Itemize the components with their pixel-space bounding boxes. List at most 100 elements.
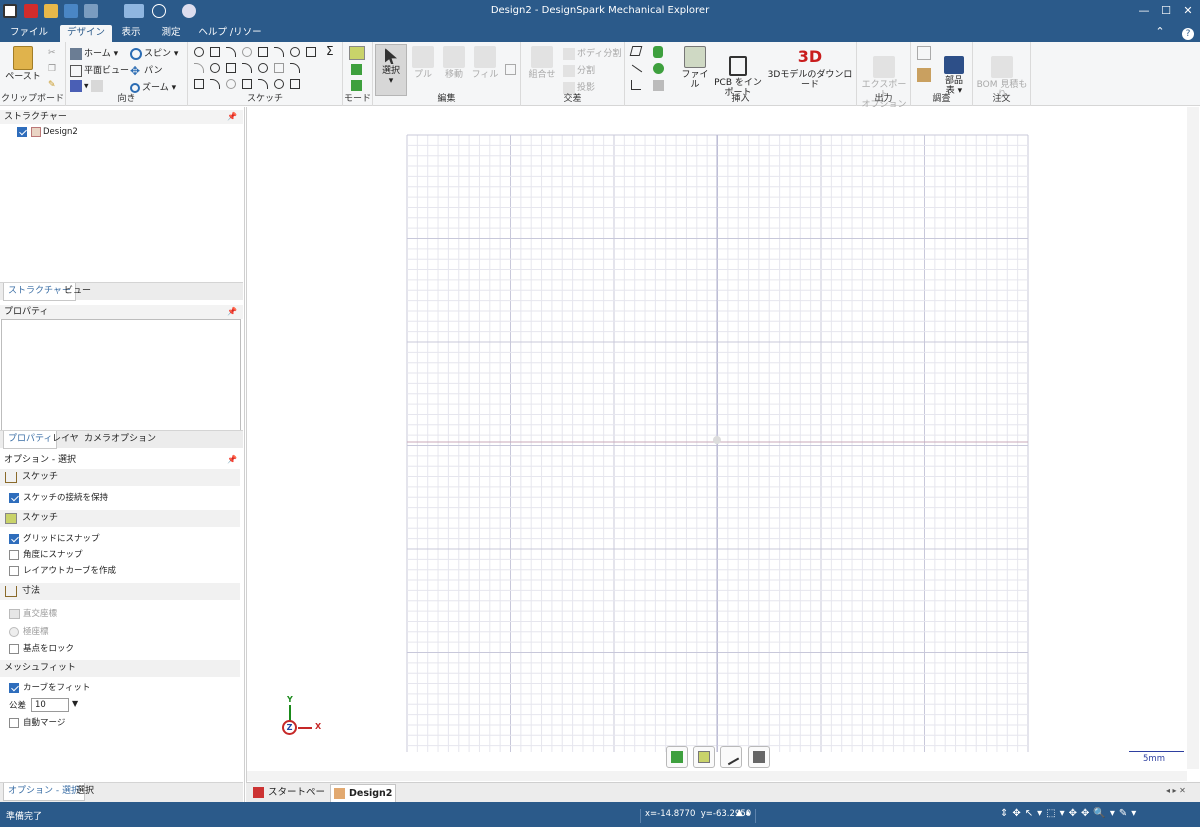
- options-header: オプション - 選択 📌: [0, 453, 243, 467]
- minimize-button[interactable]: —: [1134, 3, 1154, 19]
- copy-icon[interactable]: ❐: [48, 64, 56, 74]
- auto-merge-checkbox[interactable]: [9, 718, 19, 728]
- split-body-button[interactable]: ボディ分割: [563, 46, 621, 60]
- point-tool-icon[interactable]: [306, 47, 316, 57]
- fit-curve-checkbox[interactable]: [9, 683, 19, 693]
- keep-sketch-connected-checkbox[interactable]: [9, 493, 19, 503]
- maximize-button[interactable]: ☐: [1156, 3, 1176, 19]
- axis-icon[interactable]: [631, 64, 643, 73]
- ellipse-tool-icon[interactable]: [210, 79, 220, 89]
- tab-structure-view[interactable]: ビュー: [60, 283, 95, 301]
- close-button[interactable]: ✕: [1178, 3, 1198, 19]
- split-curve-tool-icon[interactable]: [290, 79, 300, 89]
- ribbon: ペースト ✂ ❐ ✎ クリップボード ホーム ▾ 平面ビュー ▾ スピン ▾ ✥…: [0, 42, 1200, 120]
- tolerance-dropdown-icon[interactable]: ▼: [72, 699, 78, 708]
- format-painter-icon[interactable]: ✎: [48, 80, 56, 90]
- snap-to-grid-checkbox[interactable]: [9, 534, 19, 544]
- sketch-mode-icon[interactable]: [349, 46, 365, 60]
- bom-button[interactable]: 部品 表 ▾: [939, 46, 969, 96]
- split-body-icon: [563, 47, 575, 60]
- tab-start-page[interactable]: スタートページ: [250, 784, 330, 815]
- offset-tool-icon[interactable]: [194, 63, 204, 73]
- tab-select[interactable]: 選択: [72, 783, 98, 801]
- layout-curve-checkbox[interactable]: [9, 566, 19, 576]
- arc-3pt-tool-icon[interactable]: [242, 63, 252, 73]
- tab-design2[interactable]: Design2 ✕: [330, 784, 396, 815]
- spline-tool-icon[interactable]: [258, 47, 268, 57]
- ribbon-collapse-icon[interactable]: ⌃: [1150, 24, 1170, 40]
- combine-button[interactable]: 組合せ: [525, 46, 559, 80]
- float-dimension-button[interactable]: [748, 746, 770, 768]
- tab-nav-icons[interactable]: ◂ ▸ ✕: [1166, 786, 1186, 795]
- polygon-tool-icon[interactable]: [210, 63, 220, 73]
- help-icon[interactable]: ?: [1182, 28, 1194, 40]
- design-canvas[interactable]: Y Z X 5mm: [246, 107, 1200, 782]
- select-button[interactable]: 選択 ▾: [375, 44, 407, 96]
- options-section-sketch-2: スケッチ: [0, 510, 240, 527]
- circle-tool-icon[interactable]: [226, 47, 236, 57]
- paste-button[interactable]: ペースト: [4, 46, 42, 82]
- bend-tool-icon[interactable]: [274, 79, 284, 89]
- move-button[interactable]: 移動: [439, 46, 469, 80]
- spin-button[interactable]: スピン ▾: [130, 46, 178, 60]
- snap-to-angle-checkbox[interactable]: [9, 550, 19, 560]
- point-alt-tool-icon[interactable]: [258, 79, 268, 89]
- horizontal-scrollbar[interactable]: [247, 771, 1187, 781]
- float-sketch-mode-button[interactable]: [693, 746, 715, 768]
- pull-button[interactable]: プル: [409, 46, 437, 80]
- tab-view[interactable]: 表示: [114, 25, 148, 42]
- trim-tool-icon[interactable]: [290, 47, 300, 57]
- circle-tangent-tool-icon[interactable]: [226, 79, 236, 89]
- extend-tool-icon[interactable]: [274, 63, 284, 73]
- float-pencil-button[interactable]: [720, 746, 742, 768]
- tangent-arc-tool-icon[interactable]: [258, 63, 268, 73]
- properties-icon[interactable]: [917, 68, 931, 82]
- swept-arc-tool-icon[interactable]: [242, 79, 252, 89]
- construction-tool-icon[interactable]: [194, 79, 204, 89]
- fillet-tool-icon[interactable]: [274, 47, 284, 57]
- fill-button[interactable]: フィル: [471, 46, 499, 80]
- line-tool-icon[interactable]: [194, 47, 204, 57]
- split-button[interactable]: 分割: [563, 63, 595, 77]
- arc-tool-icon[interactable]: [242, 47, 252, 57]
- sketch-grid: [406, 134, 1029, 752]
- status-filter-icon[interactable]: ▲ ▴: [736, 808, 750, 818]
- 3d-mode-icon[interactable]: [351, 80, 362, 91]
- home-button[interactable]: ホーム ▾: [70, 46, 118, 60]
- enclosure-icon[interactable]: [653, 80, 664, 91]
- plan-view-button[interactable]: 平面ビュー: [70, 63, 129, 77]
- origin-icon[interactable]: [631, 80, 641, 90]
- tab-help-resources[interactable]: ヘルプ /リソース: [196, 25, 264, 54]
- measure-probe-icon[interactable]: [917, 46, 931, 60]
- cylinder-icon[interactable]: [653, 46, 663, 58]
- tree-visibility-checkbox[interactable]: [17, 127, 27, 137]
- status-tool-icons[interactable]: ⇕✥↖▾⬚▾✥✥🔍▾✎▾: [1000, 808, 1140, 819]
- lock-base-checkbox[interactable]: [9, 644, 19, 654]
- float-solid-mode-button[interactable]: [666, 746, 688, 768]
- tab-design[interactable]: デザイン: [60, 25, 112, 42]
- pin-icon[interactable]: 📌: [227, 305, 237, 319]
- sum-button[interactable]: Σ: [326, 44, 334, 58]
- tab-camera-options[interactable]: カメラオプション: [80, 431, 160, 449]
- tab-measure[interactable]: 測定: [154, 25, 188, 42]
- move-sketch-tool-icon[interactable]: [290, 63, 300, 73]
- circle-3pt-tool-icon[interactable]: [226, 63, 236, 73]
- tab-layers[interactable]: レイヤ: [48, 431, 83, 449]
- section-mode-icon[interactable]: [351, 64, 362, 75]
- download-3d-model-button[interactable]: 3D 3Dモデルのダウンロード: [765, 46, 855, 90]
- sphere-icon[interactable]: [653, 63, 664, 74]
- insert-file-button[interactable]: ファイル: [679, 46, 711, 90]
- vertical-scrollbar[interactable]: [1187, 107, 1199, 769]
- rectangle-tool-icon[interactable]: [210, 47, 220, 57]
- tolerance-input[interactable]: 10: [31, 698, 69, 712]
- pin-icon[interactable]: 📌: [227, 110, 237, 124]
- tab-file[interactable]: ファイル: [6, 25, 52, 42]
- shell-icon[interactable]: [505, 64, 516, 75]
- spin-icon: [130, 47, 142, 60]
- status-bar: 準備完了 x=-14.8770 y=-63.2950 ▲ ▴ ⇕✥↖▾⬚▾✥✥🔍…: [0, 802, 1200, 827]
- intersect-group-label: 交差: [563, 94, 582, 104]
- pan-button[interactable]: ✥ パン: [130, 63, 162, 77]
- cut-icon[interactable]: ✂: [48, 48, 56, 58]
- pin-icon[interactable]: 📌: [227, 453, 237, 467]
- plane-icon[interactable]: [629, 46, 643, 56]
